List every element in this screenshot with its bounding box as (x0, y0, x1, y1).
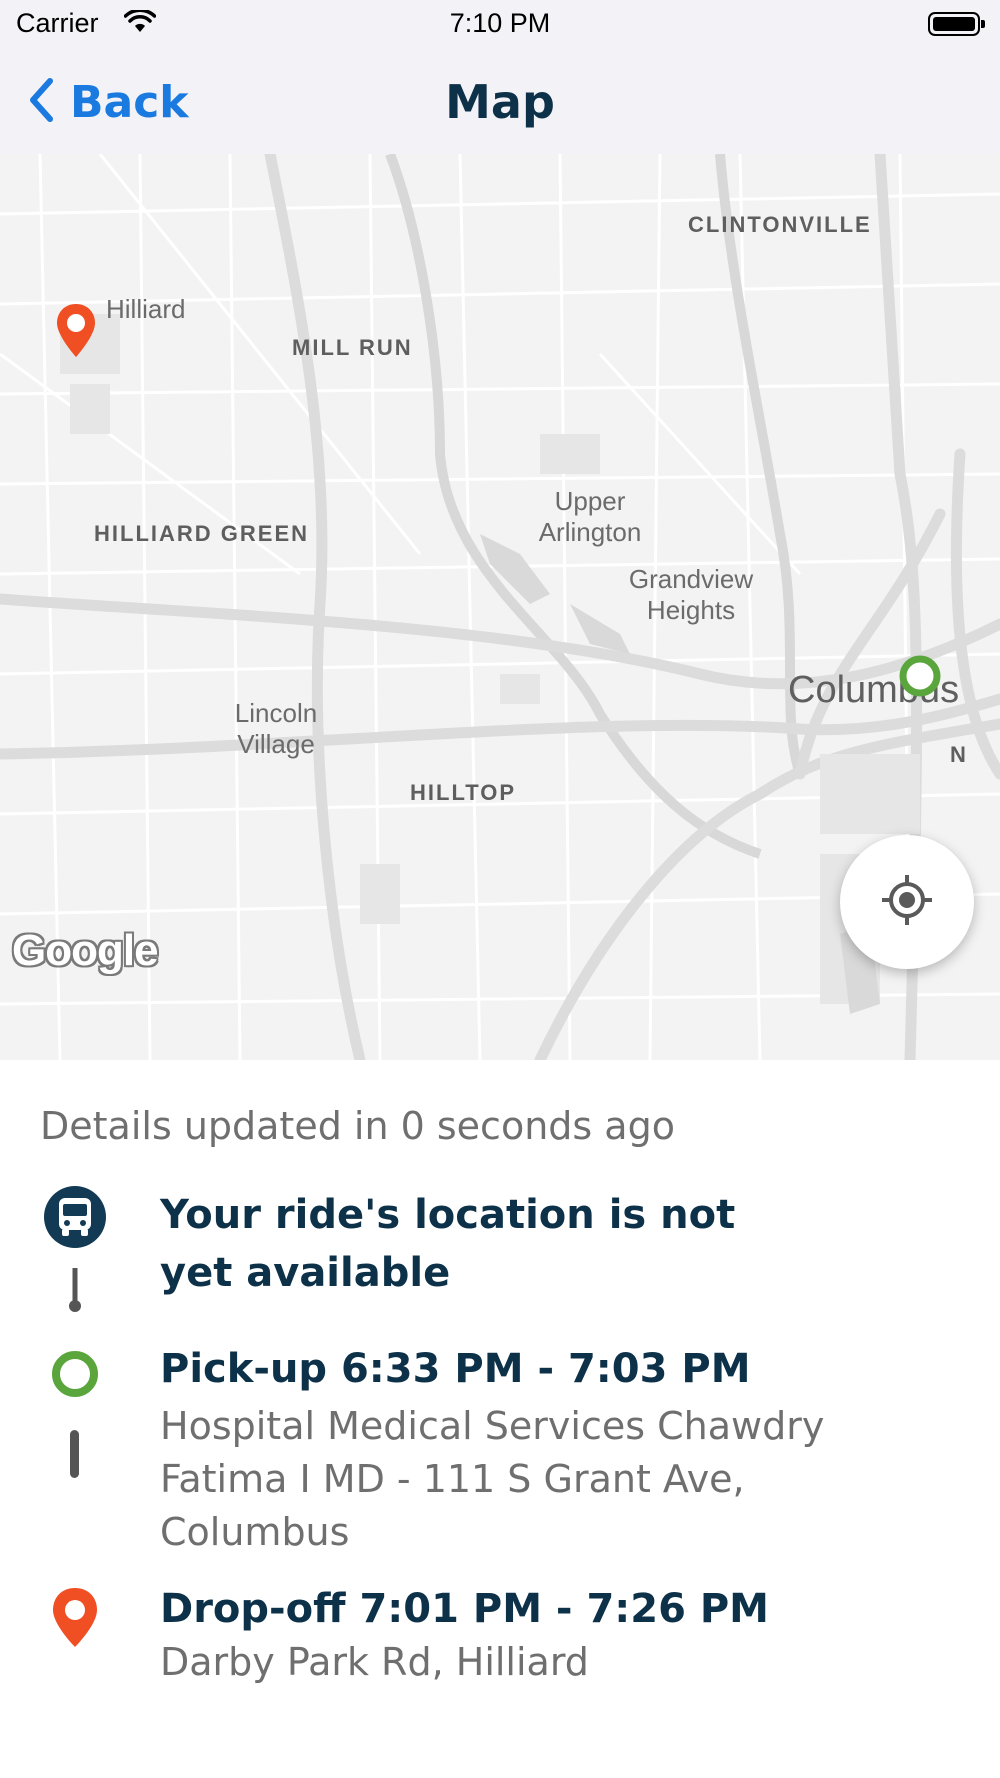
google-logo: Google (12, 926, 159, 975)
map-label-partial: N (950, 742, 968, 767)
dropoff-address: Darby Park Rd, Hilliard (160, 1640, 589, 1684)
map-label-upper-arlington: Upper Arlington (538, 486, 642, 548)
map-label-mill-run: MILL RUN (292, 335, 413, 360)
bus-icon (44, 1186, 106, 1248)
pickup-address: Hospital Medical Services Chawdry Fatima… (160, 1404, 825, 1554)
battery-icon (928, 12, 985, 36)
map-label-lincoln-village: Lincoln Village (234, 698, 318, 760)
map-label-hilltop: HILLTOP (410, 780, 517, 805)
pickup-time-window: Pick-up 6:33 PM - 7:03 PM (160, 1346, 751, 1392)
crosshair-icon (880, 873, 934, 931)
map-view[interactable]: CLINTONVILLE Hilliard MILL RUN HILLIARD … (0, 154, 1000, 1060)
map-dropoff-marker-icon[interactable] (54, 302, 98, 364)
status-bar: Carrier 7:10 PM (0, 0, 1000, 50)
dropoff-pin-icon (50, 1586, 100, 1654)
ride-location-status: Your ride's location is not yet availabl… (160, 1192, 736, 1296)
route-connector (70, 1430, 79, 1478)
page-title: Map (445, 75, 555, 129)
map-label-grandview-heights: Grandview Heights (628, 564, 754, 626)
updated-status-text: Details updated in 0 seconds ago (40, 1104, 675, 1148)
map-label-hilliard: Hilliard (106, 294, 186, 324)
map-pickup-marker-icon[interactable] (898, 654, 942, 702)
map-label-hilliard-green: HILLIARD GREEN (94, 521, 309, 546)
navigation-bar: Back Map (0, 50, 1000, 154)
my-location-button[interactable] (840, 835, 974, 969)
dropoff-time-window: Drop-off 7:01 PM - 7:26 PM (160, 1586, 769, 1632)
status-time: 7:10 PM (449, 8, 551, 38)
map-label-clintonville: CLINTONVILLE (688, 212, 872, 237)
pickup-circle-icon (51, 1350, 99, 1402)
arrow-down-icon (68, 1265, 82, 1318)
